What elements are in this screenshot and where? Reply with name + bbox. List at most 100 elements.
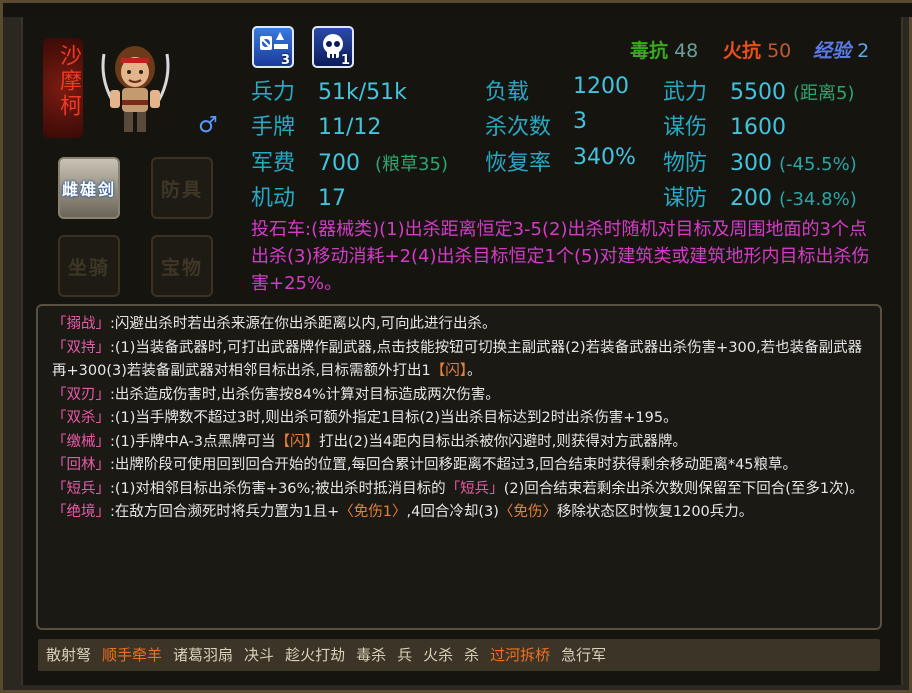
skill-name[interactable]: 「双杀」 bbox=[52, 410, 110, 426]
recovery-stat: 恢复率 340% bbox=[485, 145, 636, 177]
skull-icon[interactable]: 1 bbox=[312, 26, 354, 68]
skill-entry: 「绝境」:在敌方回合濒死时将兵力置为1且+〈免伤1〉,4回合冷却(3)〈免伤〉移… bbox=[52, 501, 868, 525]
skill-name[interactable]: 「绝境」 bbox=[52, 504, 110, 520]
treasure-label: 宝物 bbox=[160, 256, 203, 279]
card-item[interactable]: 顺手牵羊 bbox=[102, 646, 162, 664]
skill-text: :(1)对相邻目标出杀伤害+36%;被出杀时抵消目标的 bbox=[110, 480, 446, 497]
fire-resist: 火抗 50 bbox=[723, 36, 791, 63]
strategy-damage-value: 1600 bbox=[730, 115, 787, 140]
physical-defense-value: 300 bbox=[730, 151, 773, 176]
load-stat: 负载 1200 bbox=[485, 74, 629, 106]
strategy-damage-stat: 谋伤 1600 bbox=[663, 109, 786, 141]
poison-resist: 毒抗 48 bbox=[630, 36, 698, 63]
kills-stat: 杀次数 3 bbox=[485, 109, 587, 141]
skill-text: ,4回合冷却(3) bbox=[406, 504, 499, 520]
skill-text: (2)回合结束若剩余出杀次数则保留至下回合(至多1次)。 bbox=[503, 480, 864, 497]
catapult-description: 投石车:(器械类)(1)出杀距离恒定3-5(2)出杀时随机对目标及周围地面的3个… bbox=[251, 219, 870, 294]
strategy-defense-note: (-34.8%) bbox=[779, 189, 857, 210]
hand-label: 手牌 bbox=[251, 115, 296, 140]
funds-value: 700 bbox=[318, 151, 361, 176]
card-item[interactable]: 毒杀 bbox=[356, 646, 386, 664]
skill-text: :出牌阶段可使用回到回合开始的位置,每回合累计回移距离不超过3,回合结束时获得剩… bbox=[110, 457, 798, 473]
mount-label: 坐骑 bbox=[67, 256, 110, 279]
physical-defense-stat: 物防 300 (-45.5%) bbox=[663, 145, 857, 177]
mobility-value: 17 bbox=[318, 186, 347, 211]
card-item[interactable]: 诸葛羽扇 bbox=[173, 646, 233, 664]
skill-name[interactable]: 「缴械」 bbox=[52, 434, 110, 450]
skill-text: :闪避出杀时若出杀来源在你出杀距离以内,可向此进行出杀。 bbox=[110, 316, 497, 332]
hero-info-panel: 沙摩柯 ♂ 雌雄剑 防具 坐骑 宝物 3 1 毒抗 48 火抗 50 经验 2 … bbox=[0, 0, 912, 693]
skill-name[interactable]: 「短兵」 bbox=[52, 481, 110, 497]
male-gender-icon: ♂ bbox=[198, 113, 218, 138]
cards-list: 散射弩 顺手牵羊 诸葛羽扇 决斗 趁火打劫 毒杀兵火杀杀过河拆桥 急行军 bbox=[46, 644, 617, 665]
status-1-count: 3 bbox=[280, 53, 290, 68]
recovery-value: 340% bbox=[573, 145, 636, 170]
skill-entry: 「搦战」:闪避出杀时若出杀来源在你出杀距离以内,可向此进行出杀。 bbox=[52, 313, 868, 337]
card-item[interactable]: 过河拆桥 bbox=[490, 646, 550, 664]
skill-entry: 「双刃」:出杀造成伤害时,出杀伤害按84%计算对目标造成两次伤害。 bbox=[52, 384, 868, 408]
mobility-label: 机动 bbox=[251, 186, 296, 211]
card-item[interactable]: 散射弩 bbox=[46, 646, 91, 664]
poison-resist-label: 毒抗 bbox=[630, 40, 669, 62]
troops-stat: 兵力 51k/51k bbox=[251, 74, 407, 106]
hand-value: 11/12 bbox=[318, 115, 382, 140]
experience: 经验 2 bbox=[813, 36, 869, 63]
hand-stat: 手牌 11/12 bbox=[251, 109, 381, 141]
treasure-slot[interactable]: 宝物 bbox=[151, 235, 213, 297]
hero-portrait bbox=[101, 46, 170, 132]
force-label: 武力 bbox=[663, 80, 708, 105]
cards-bar: 散射弩 顺手牵羊 诸葛羽扇 决斗 趁火打劫 毒杀兵火杀杀过河拆桥 急行军 bbox=[38, 639, 880, 671]
kills-label: 杀次数 bbox=[485, 115, 552, 140]
skill-name[interactable]: 「双刃」 bbox=[52, 387, 110, 403]
hero-name-plaque: 沙摩柯 bbox=[43, 38, 83, 138]
physical-defense-note: (-45.5%) bbox=[779, 154, 857, 175]
skill-keyword: 〈免伤1〉 bbox=[339, 504, 407, 520]
skill-entry: 「双持」:(1)当装备武器时,可打出武器牌作副武器,点击技能按钮可切换主副武器(… bbox=[52, 337, 868, 384]
skill-entry: 「回林」:出牌阶段可使用回到回合开始的位置,每回合累计回移距离不超过3,回合结束… bbox=[52, 454, 868, 478]
skill-text: 。 bbox=[466, 363, 482, 379]
armor-label: 防具 bbox=[160, 178, 203, 201]
armor-slot[interactable]: 防具 bbox=[151, 157, 213, 219]
card-item[interactable]: 火杀 bbox=[423, 646, 453, 664]
experience-value: 2 bbox=[857, 40, 870, 62]
skill-text: :出杀造成伤害时,出杀伤害按84%计算对目标造成两次伤害。 bbox=[110, 386, 500, 403]
troops-value: 51k/51k bbox=[318, 80, 407, 105]
skill-name[interactable]: 「搦战」 bbox=[52, 316, 110, 332]
strategy-damage-label: 谋伤 bbox=[663, 115, 708, 140]
load-value: 1200 bbox=[573, 74, 629, 99]
skill-name[interactable]: 「回林」 bbox=[52, 457, 110, 473]
strategy-defense-value: 200 bbox=[730, 186, 773, 211]
skill-keyword: 「短兵」 bbox=[445, 480, 504, 497]
skills-box: 「搦战」:闪避出杀时若出杀来源在你出杀距离以内,可向此进行出杀。 「双持」:(1)… bbox=[36, 304, 882, 630]
experience-label: 经验 bbox=[813, 40, 852, 62]
skill-keyword: 〈免伤〉 bbox=[498, 504, 557, 520]
weapon-label: 雌雄剑 bbox=[61, 180, 116, 199]
hero-name: 沙摩柯 bbox=[56, 44, 81, 119]
kills-value: 3 bbox=[573, 109, 587, 134]
funds-label: 军费 bbox=[251, 151, 296, 176]
strategy-defense-label: 谋防 bbox=[663, 186, 708, 211]
card-item[interactable]: 决斗 bbox=[244, 646, 274, 664]
skill-text: :在敌方回合濒死时将兵力置为1且+ bbox=[110, 504, 340, 520]
force-stat: 武力 5500 (距离5) bbox=[663, 74, 855, 106]
weapon-slot[interactable]: 雌雄剑 bbox=[58, 157, 120, 219]
fire-resist-value: 50 bbox=[767, 40, 792, 62]
force-value: 5500 bbox=[730, 80, 787, 105]
poison-resist-value: 48 bbox=[674, 40, 699, 62]
status-2-count: 1 bbox=[340, 53, 350, 68]
skill-text: :(1)当手牌数不超过3时,则出杀可额外指定1目标(2)当出杀目标达到2时出杀伤… bbox=[110, 410, 678, 426]
card-item[interactable]: 趁火打劫 bbox=[285, 646, 345, 664]
load-label: 负载 bbox=[485, 80, 530, 105]
skill-keyword: 【闪】 bbox=[430, 363, 467, 379]
force-note: (距离5) bbox=[793, 83, 855, 104]
card-item[interactable]: 杀 bbox=[464, 646, 479, 664]
fire-resist-label: 火抗 bbox=[723, 40, 762, 62]
mount-slot[interactable]: 坐骑 bbox=[58, 235, 120, 297]
funds-stat: 军费 700 (粮草35) bbox=[251, 145, 448, 177]
card-item[interactable]: 兵 bbox=[397, 646, 412, 664]
troops-label: 兵力 bbox=[251, 80, 296, 105]
status-effect-icon[interactable]: 3 bbox=[252, 26, 294, 68]
skill-entry: 「缴械」:(1)手牌中A-3点黑牌可当【闪】打出(2)当4距内目标出杀被你闪避时… bbox=[52, 431, 868, 455]
skill-name[interactable]: 「双持」 bbox=[52, 340, 110, 356]
card-item[interactable]: 急行军 bbox=[561, 646, 606, 664]
